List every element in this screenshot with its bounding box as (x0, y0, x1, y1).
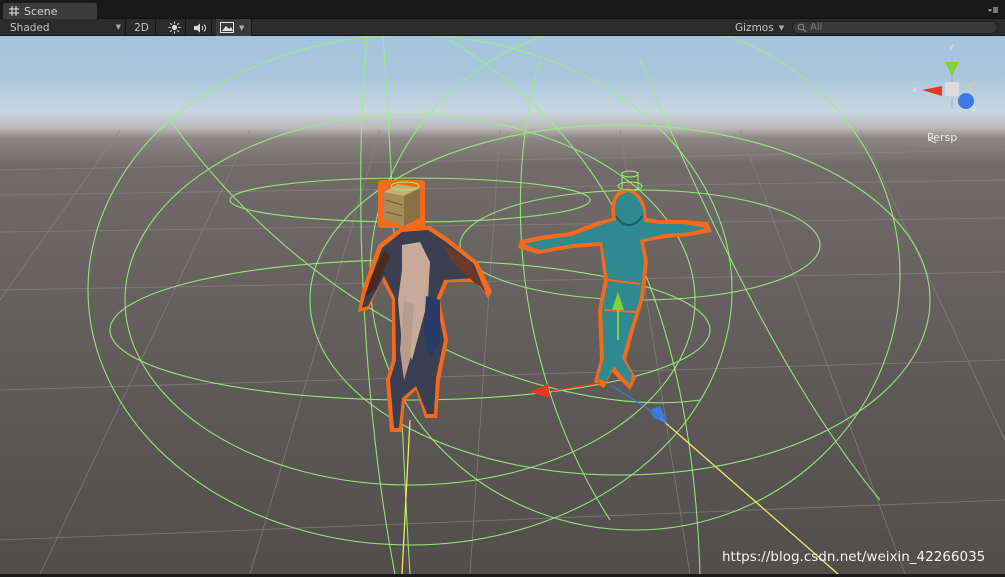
sun-icon (168, 21, 181, 34)
2d-toggle-button[interactable]: 2D (128, 19, 156, 36)
gizmo-x-cone-icon[interactable] (922, 86, 942, 96)
chevron-down-icon: ▼ (115, 23, 121, 31)
scene-toolbar: Shaded ▼ 2D ▼ Gizmos ▼ All (0, 19, 1005, 36)
watermark-text: https://blog.csdn.net/weixin_42266035 (722, 549, 986, 565)
gizmo-y-cone-icon[interactable] (945, 62, 959, 76)
x-axis-arrow-icon[interactable] (530, 384, 550, 398)
shading-mode-dropdown[interactable]: Shaded ▼ (0, 19, 126, 36)
2d-toggle-label: 2D (134, 21, 149, 34)
x-axis-line (551, 382, 601, 392)
gizmos-chevron-down-icon: ▼ (778, 23, 785, 32)
projection-mode-label[interactable]: Persp (927, 131, 957, 144)
search-placeholder: All (810, 22, 823, 33)
scene-viewport[interactable]: y x z (0, 36, 1005, 574)
gizmo-x-label: x (912, 85, 917, 94)
image-effects-icon (220, 22, 234, 33)
character-left[interactable] (358, 180, 492, 432)
hierarchy-search-field[interactable]: All (792, 21, 998, 34)
tab-strip: Scene (0, 0, 1005, 19)
gizmo-z-label: z (972, 104, 977, 113)
gizmo-y-label: y (949, 42, 954, 51)
tab-menu-icon[interactable] (987, 5, 999, 15)
scene-canvas[interactable] (0, 36, 1005, 574)
gizmos-dropdown[interactable]: Gizmos ▼ (730, 19, 786, 36)
gizmo-center-cube-icon[interactable] (945, 82, 959, 96)
z-axis-line (611, 385, 651, 411)
orientation-gizmo[interactable] (922, 56, 976, 109)
scene-grid-icon (9, 6, 19, 16)
shading-mode-label: Shaded (10, 21, 50, 34)
scene-audio-button[interactable] (190, 19, 212, 36)
z-axis-arrow-icon[interactable] (648, 406, 670, 425)
scene-lighting-button[interactable] (164, 19, 186, 36)
tab-scene-label: Scene (24, 4, 58, 18)
tab-scene[interactable]: Scene (2, 2, 98, 19)
search-icon (797, 23, 807, 32)
gizmos-label: Gizmos (735, 21, 774, 34)
speaker-icon (194, 23, 206, 32)
effects-chevron-down-icon: ▼ (239, 23, 245, 32)
scene-effects-dropdown[interactable]: ▼ (216, 19, 252, 36)
ground-grid (0, 129, 1005, 574)
